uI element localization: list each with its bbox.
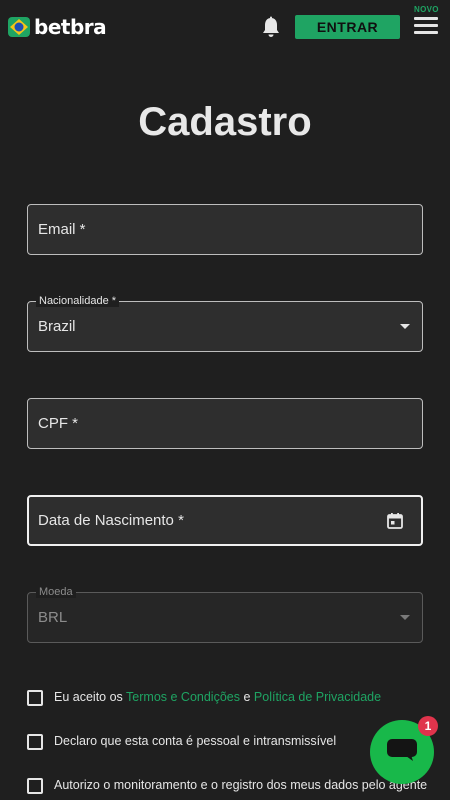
chevron-down-icon (400, 324, 410, 329)
bell-icon[interactable] (261, 16, 281, 38)
personal-account-checkbox[interactable] (27, 734, 43, 750)
chat-notification-badge: 1 (418, 716, 438, 736)
privacy-policy-link[interactable]: Política de Privacidade (254, 690, 381, 704)
monitoring-text: Autorizo o monitoramento e o registro do… (54, 778, 428, 792)
monitoring-consent-row: Autorizo o monitoramento e o registro do… (27, 778, 427, 798)
brand-logo[interactable]: betbra (7, 15, 107, 39)
birth-date-placeholder: Data de Nascimento * (38, 512, 184, 529)
calendar-icon[interactable] (386, 512, 404, 530)
top-header: betbra ENTRAR NOVO (0, 0, 450, 54)
page-title: Cadastro (138, 100, 312, 144)
email-placeholder: Email * (38, 221, 86, 238)
login-button[interactable]: ENTRAR (295, 15, 400, 39)
terms-consent-text: Eu aceito os Termos e Condições e Políti… (54, 690, 381, 704)
new-badge: NOVO (414, 5, 439, 14)
nationality-value: Brazil (38, 318, 76, 335)
currency-select: Moeda BRL (27, 586, 423, 643)
hamburger-menu-icon[interactable] (414, 17, 438, 35)
logo-text: betbra (34, 15, 107, 39)
terms-checkbox[interactable] (27, 690, 43, 706)
chevron-down-icon (400, 615, 410, 620)
nationality-legend: Nacionalidade * (36, 295, 120, 307)
currency-legend: Moeda (36, 586, 76, 598)
brazil-flag-logo-icon (8, 17, 30, 37)
email-field[interactable]: Email * (27, 204, 423, 255)
terms-link[interactable]: Termos e Condições (126, 690, 240, 704)
cpf-field[interactable]: CPF * (27, 398, 423, 449)
cpf-placeholder: CPF * (38, 415, 79, 432)
signup-page: betbra ENTRAR NOVO Cadastro Email * Naci… (0, 0, 450, 800)
chat-bubble-icon (387, 739, 417, 761)
terms-conjunction: e (243, 690, 251, 704)
terms-consent-row: Eu aceito os Termos e Condições e Políti… (27, 690, 427, 710)
personal-account-consent-row: Declaro que esta conta é pessoal e intra… (27, 734, 427, 754)
birth-date-field[interactable]: Data de Nascimento * (27, 495, 423, 546)
nationality-select[interactable]: Nacionalidade * Brazil (27, 295, 423, 352)
monitoring-checkbox[interactable] (27, 778, 43, 794)
currency-value: BRL (38, 609, 68, 626)
personal-account-text: Declaro que esta conta é pessoal e intra… (54, 734, 337, 748)
terms-prefix: Eu aceito os (54, 690, 123, 704)
